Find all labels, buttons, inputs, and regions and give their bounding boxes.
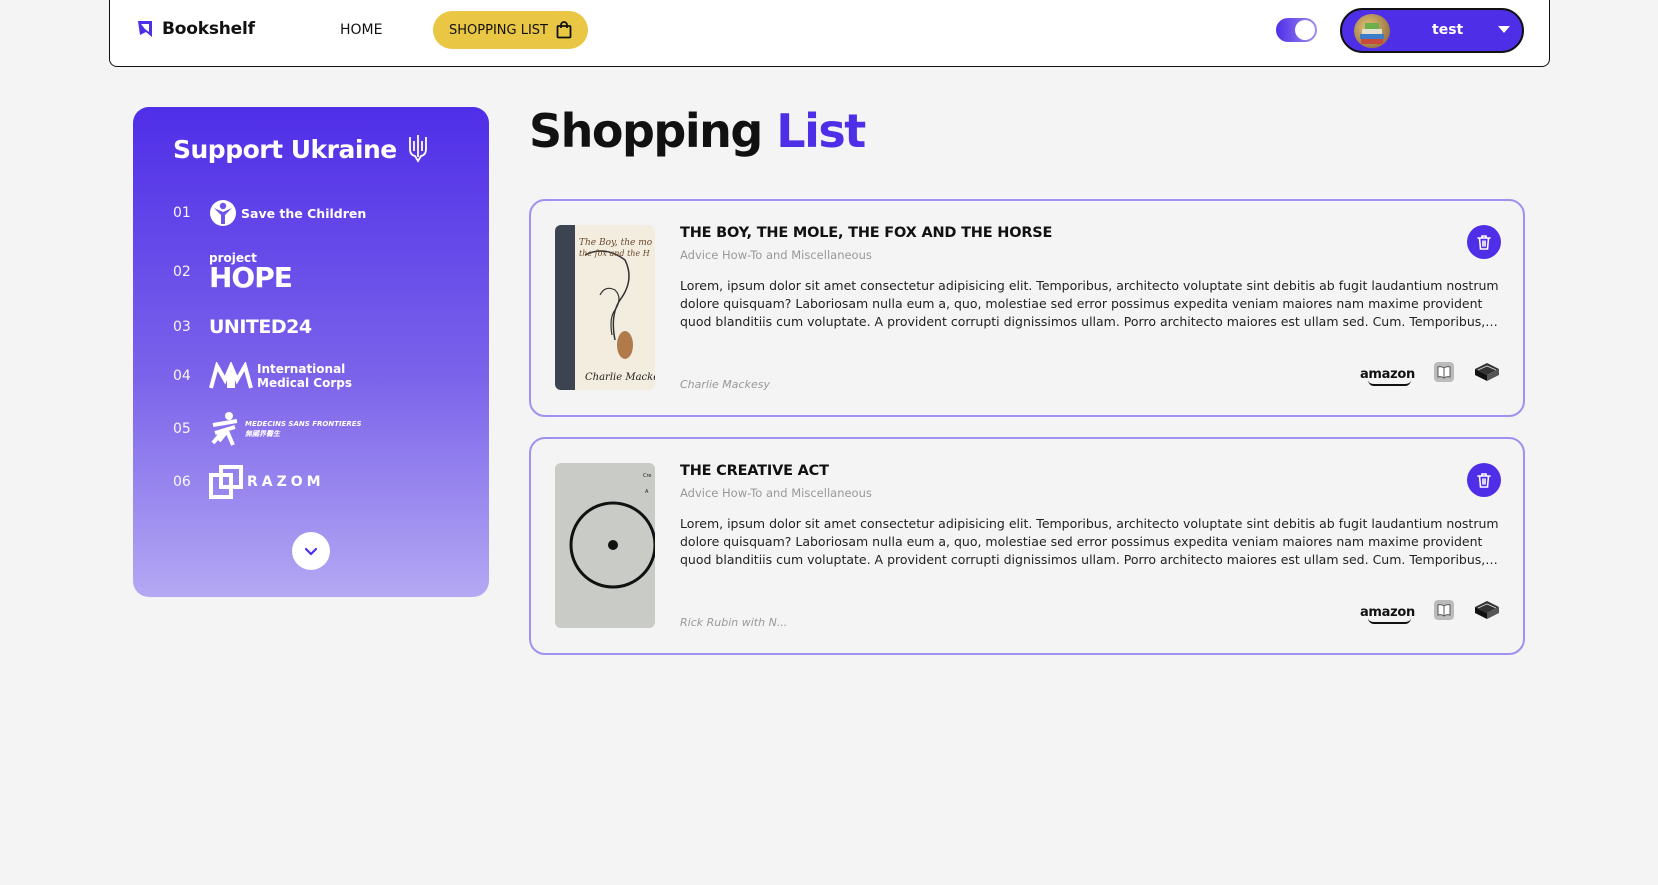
book-cover-image: Cre A bbox=[555, 463, 655, 628]
fund-number: 04 bbox=[173, 368, 191, 384]
support-ukraine-panel: Support Ukraine 01 Save the Children 02 … bbox=[133, 107, 489, 597]
book-category: Advice How-To and Miscellaneous bbox=[680, 486, 872, 500]
book-description: Lorem, ipsum dolor sit amet consectetur … bbox=[680, 278, 1499, 329]
bookshop-icon[interactable] bbox=[1473, 599, 1501, 625]
imc-logo: International Medical Corps bbox=[209, 362, 352, 390]
chevron-down-icon bbox=[304, 547, 318, 556]
book-card: The Boy, the mo the fox and the H Charli… bbox=[529, 199, 1525, 417]
trash-icon bbox=[1477, 472, 1491, 488]
fund-name-line1: MEDECINS SANS FRONTIERES bbox=[245, 420, 362, 428]
fund-number: 02 bbox=[173, 264, 191, 280]
msf-runner-icon bbox=[211, 412, 238, 446]
fund-international-medical-corps[interactable]: 04 International Medical Corps bbox=[173, 362, 352, 390]
book-description: Lorem, ipsum dolor sit amet consectetur … bbox=[680, 516, 1499, 567]
logo[interactable]: Bookshelf bbox=[137, 19, 255, 39]
book-title: THE CREATIVE ACT bbox=[680, 463, 829, 479]
book-cover-illustration: Cre A bbox=[555, 463, 655, 628]
amazon-link[interactable]: amazon bbox=[1360, 605, 1415, 624]
page-title-accent: List bbox=[776, 104, 866, 158]
fund-name-line2: 無國界醫生 bbox=[245, 430, 280, 438]
user-menu-button[interactable]: test bbox=[1340, 8, 1524, 53]
user-name: test bbox=[1432, 22, 1464, 38]
page-title-main: Shopping bbox=[529, 104, 763, 158]
fund-united24[interactable]: 03 UNITED24 bbox=[173, 316, 312, 338]
svg-text:Charlie Macke: Charlie Macke bbox=[585, 372, 655, 383]
fund-number: 01 bbox=[173, 205, 191, 221]
chevron-down-icon bbox=[1498, 26, 1510, 33]
svg-text:the fox and the H: the fox and the H bbox=[579, 249, 651, 258]
svg-text:The Boy, the mo: The Boy, the mo bbox=[579, 238, 653, 248]
page-title: Shopping List bbox=[529, 104, 866, 158]
fund-razom[interactable]: 06 RAZOM bbox=[173, 465, 325, 499]
razom-icon bbox=[209, 465, 243, 499]
razom-logo: RAZOM bbox=[209, 465, 325, 499]
fund-number: 05 bbox=[173, 421, 191, 437]
delete-book-button[interactable] bbox=[1467, 463, 1501, 497]
apple-books-icon[interactable] bbox=[1433, 361, 1455, 387]
ukraine-trident-icon bbox=[408, 135, 427, 163]
save-the-children-logo: Save the Children bbox=[209, 199, 366, 227]
fund-project-hope[interactable]: 02 project HOPE bbox=[173, 252, 293, 294]
nav-shopping-list-label: SHOPPING LIST bbox=[449, 22, 548, 38]
project-hope-logo: project HOPE bbox=[209, 252, 293, 294]
book-title: THE BOY, THE MOLE, THE FOX AND THE HORSE bbox=[680, 225, 1053, 241]
book-author: Rick Rubin with N... bbox=[680, 616, 788, 629]
shop-links: amazon bbox=[1360, 361, 1501, 387]
book-cover-illustration: The Boy, the mo the fox and the H Charli… bbox=[555, 225, 655, 390]
book-category: Advice How-To and Miscellaneous bbox=[680, 248, 872, 262]
fund-name-line2: Medical Corps bbox=[257, 376, 352, 390]
book-card: Cre A THE CREATIVE ACT Advice How-To and… bbox=[529, 437, 1525, 655]
user-avatar bbox=[1354, 14, 1390, 48]
fund-name-line1: International bbox=[257, 362, 346, 376]
delete-book-button[interactable] bbox=[1467, 225, 1501, 259]
books-avatar-icon bbox=[1360, 23, 1384, 44]
save-the-children-icon bbox=[210, 200, 236, 226]
support-title-text: Support Ukraine bbox=[173, 134, 397, 164]
top-header: Bookshelf HOME SHOPPING LIST test bbox=[109, 0, 1550, 67]
fund-number: 06 bbox=[173, 474, 191, 490]
theme-toggle[interactable] bbox=[1276, 18, 1317, 42]
svg-text:Cre: Cre bbox=[643, 473, 652, 479]
theme-toggle-knob bbox=[1295, 20, 1315, 40]
fund-name: RAZOM bbox=[247, 474, 325, 490]
book-cover-image: The Boy, the mo the fox and the H Charli… bbox=[555, 225, 655, 390]
scroll-down-button[interactable] bbox=[292, 532, 330, 570]
support-title: Support Ukraine bbox=[173, 133, 429, 165]
fund-name: HOPE bbox=[209, 261, 293, 294]
fund-msf[interactable]: 05 MEDECINS SANS FRONTIERES 無國界醫生 bbox=[173, 411, 362, 447]
nav-home-link[interactable]: HOME bbox=[340, 22, 382, 38]
fund-number: 03 bbox=[173, 319, 191, 335]
imc-icon bbox=[209, 362, 253, 389]
bookshelf-logo-icon bbox=[138, 21, 152, 37]
trash-icon bbox=[1477, 234, 1491, 250]
fund-name: Save the Children bbox=[241, 205, 367, 221]
msf-logo: MEDECINS SANS FRONTIERES 無國界醫生 bbox=[209, 411, 362, 447]
united24-logo: UNITED24 bbox=[209, 316, 312, 338]
svg-text:A: A bbox=[645, 489, 649, 495]
apple-books-icon[interactable] bbox=[1433, 599, 1455, 625]
fund-save-the-children[interactable]: 01 Save the Children bbox=[173, 199, 366, 227]
book-author: Charlie Mackesy bbox=[680, 378, 770, 391]
amazon-link[interactable]: amazon bbox=[1360, 367, 1415, 386]
nav-shopping-list-button[interactable]: SHOPPING LIST bbox=[433, 11, 588, 49]
logo-text: Bookshelf bbox=[162, 19, 255, 39]
shopping-bag-icon bbox=[556, 21, 572, 39]
bookshop-icon[interactable] bbox=[1473, 361, 1501, 387]
shop-links: amazon bbox=[1360, 599, 1501, 625]
